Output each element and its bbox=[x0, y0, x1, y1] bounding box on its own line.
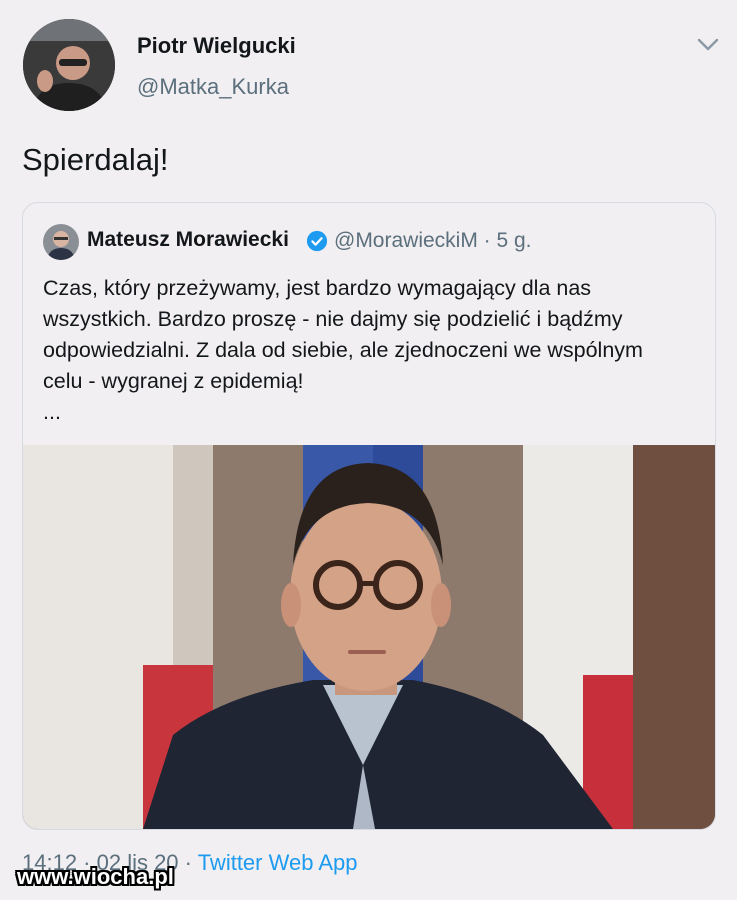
author-handle[interactable]: @Matka_Kurka bbox=[137, 74, 289, 100]
quoted-tweet-media[interactable] bbox=[23, 445, 715, 829]
verified-badge-icon bbox=[306, 230, 328, 252]
quoted-author-handle[interactable]: @MorawieckiM · 5 g. bbox=[334, 229, 532, 253]
quoted-tweet[interactable]: Mateusz Morawiecki @MorawieckiM · 5 g. C… bbox=[22, 202, 716, 830]
author-avatar-image bbox=[23, 19, 115, 111]
quoted-author-name[interactable]: Mateusz Morawiecki bbox=[87, 228, 289, 252]
chevron-down-icon[interactable] bbox=[694, 30, 722, 58]
author-avatar[interactable] bbox=[23, 19, 115, 111]
tweet-text: Spierdalaj! bbox=[22, 142, 169, 177]
site-watermark: www.wiocha.pl bbox=[17, 864, 174, 889]
quoted-author-avatar[interactable] bbox=[43, 224, 79, 260]
meta-separator: · bbox=[178, 850, 198, 875]
quoted-avatar-image bbox=[43, 224, 79, 260]
quoted-tweet-text: Czas, który przeżywamy, jest bardzo wyma… bbox=[43, 276, 643, 424]
tweet-source-link[interactable]: Twitter Web App bbox=[198, 850, 358, 875]
author-name[interactable]: Piotr Wielgucki bbox=[137, 33, 296, 59]
